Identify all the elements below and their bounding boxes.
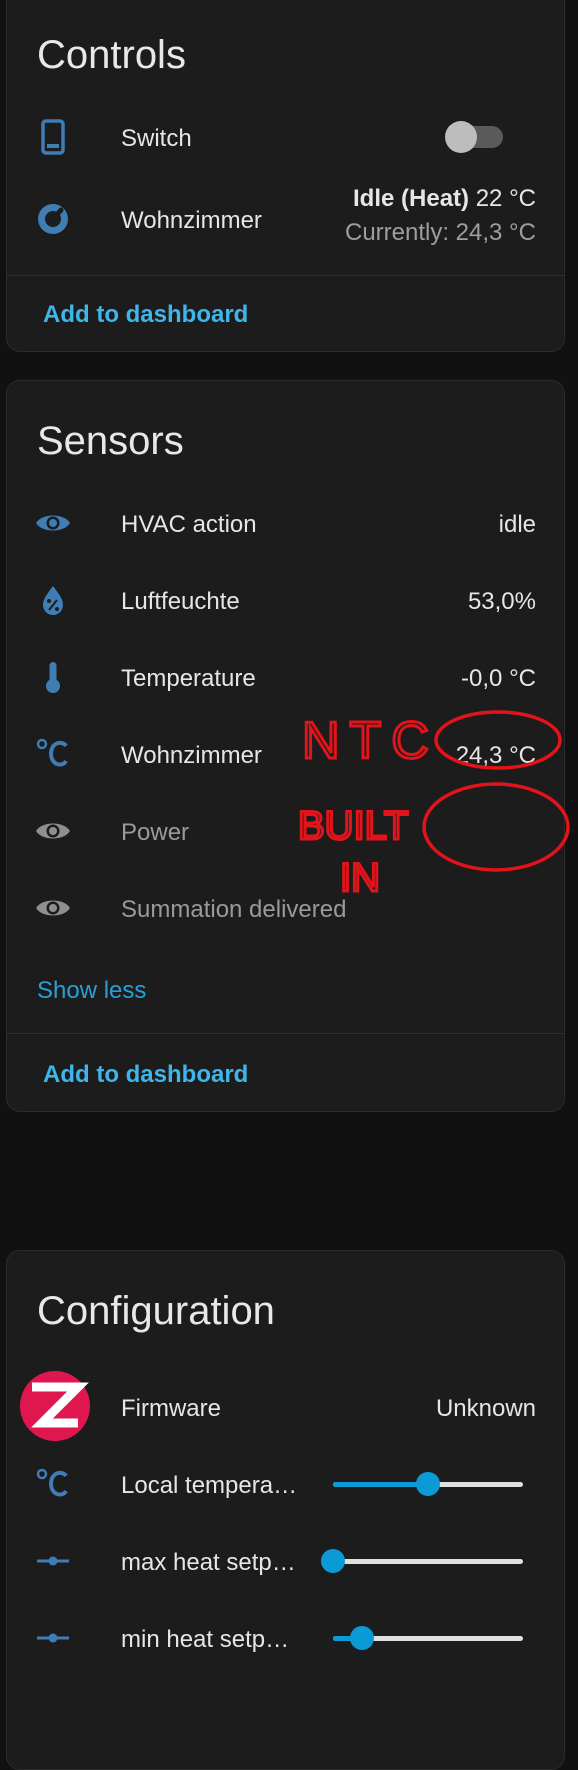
- thermostat-label: Wohnzimmer: [121, 207, 262, 234]
- thermostat-state: Idle (Heat) 22 °C: [353, 185, 536, 213]
- sensor-label: Wohnzimmer: [121, 742, 262, 769]
- thermostat-dial-icon: [38, 204, 68, 234]
- max-heat-setpoint-slider[interactable]: [321, 1546, 523, 1576]
- config-label: max heat setp…: [121, 1549, 296, 1576]
- celsius-icon: [36, 738, 68, 767]
- sensor-label: Power: [121, 819, 190, 846]
- sensor-label: Luftfeuchte: [121, 588, 240, 615]
- ntc-annotation-text: NTC: [302, 712, 439, 770]
- local-temperature-slider[interactable]: [333, 1469, 523, 1499]
- sensor-value: 53,0%: [467, 588, 536, 615]
- firmware-label: Firmware: [121, 1395, 221, 1422]
- switch-row[interactable]: Switch: [7, 107, 564, 167]
- switch-label: Switch: [121, 125, 192, 152]
- sensors-title: Sensors: [37, 419, 184, 463]
- controls-divider: [7, 275, 564, 276]
- thermostat-current: Currently: 24,3 °C: [344, 219, 536, 246]
- eye-icon: [36, 515, 70, 531]
- sensor-row-hvac-action[interactable]: HVAC action idle: [7, 493, 564, 553]
- eye-icon: [36, 900, 70, 916]
- config-row-max-heat-setpoint[interactable]: max heat setp…: [7, 1531, 564, 1591]
- thermostat-row[interactable]: Wohnzimmer Idle (Heat) 22 °C Currently: …: [7, 185, 564, 255]
- config-row-firmware[interactable]: Firmware Unknown: [7, 1371, 564, 1441]
- humidity-percent-icon: [43, 586, 63, 615]
- celsius-icon: [36, 1468, 68, 1497]
- built-annotation-text: BUILT: [298, 804, 408, 848]
- sensors-add-to-dashboard-button[interactable]: Add to dashboard: [43, 1061, 248, 1089]
- show-less-link[interactable]: Show less: [37, 977, 146, 1005]
- firmware-value: Unknown: [435, 1395, 536, 1422]
- min-heat-setpoint-slider[interactable]: [333, 1623, 523, 1653]
- sensor-label: HVAC action: [121, 511, 257, 538]
- eye-icon: [36, 823, 70, 839]
- sensor-value: idle: [498, 511, 536, 538]
- config-row-local-temperature[interactable]: Local tempera…: [7, 1454, 564, 1514]
- thermostat-target: 22 °C: [475, 185, 536, 212]
- config-label: Local tempera…: [121, 1472, 298, 1499]
- sensor-row-luftfeuchte[interactable]: Luftfeuchte 53,0%: [7, 570, 564, 630]
- config-row-min-heat-setpoint[interactable]: min heat setp…: [7, 1608, 564, 1668]
- sensor-value: -0,0 °C: [461, 665, 536, 692]
- built-in-annotation: BUILT IN: [297, 803, 410, 902]
- in-annotation-text: IN: [340, 856, 380, 900]
- slider-thumb[interactable]: [416, 1472, 440, 1496]
- configuration-card: Configuration Firmware Unknown Local tem…: [6, 1250, 565, 1770]
- slider-icon: [37, 1556, 69, 1566]
- controls-title: Controls: [37, 33, 186, 77]
- controls-card: Controls Switch Wohnzimmer Idle (Heat) 2…: [6, 0, 565, 352]
- slider-icon: [37, 1633, 69, 1643]
- sensor-row-temperature[interactable]: Temperature -0,0 °C: [7, 647, 564, 707]
- controls-add-to-dashboard-button[interactable]: Add to dashboard: [43, 301, 248, 329]
- tablet-switch-icon: [41, 119, 65, 155]
- zigbee-logo-icon: [20, 1371, 90, 1441]
- thermostat-mode: Idle (Heat): [353, 185, 470, 212]
- sensor-label: Temperature: [121, 665, 256, 692]
- thermometer-icon: [46, 662, 60, 693]
- configuration-title: Configuration: [37, 1289, 275, 1333]
- sensors-divider: [7, 1033, 564, 1034]
- slider-thumb[interactable]: [349, 1626, 374, 1650]
- config-label: min heat setp…: [121, 1626, 290, 1653]
- slider-thumb[interactable]: [321, 1549, 345, 1573]
